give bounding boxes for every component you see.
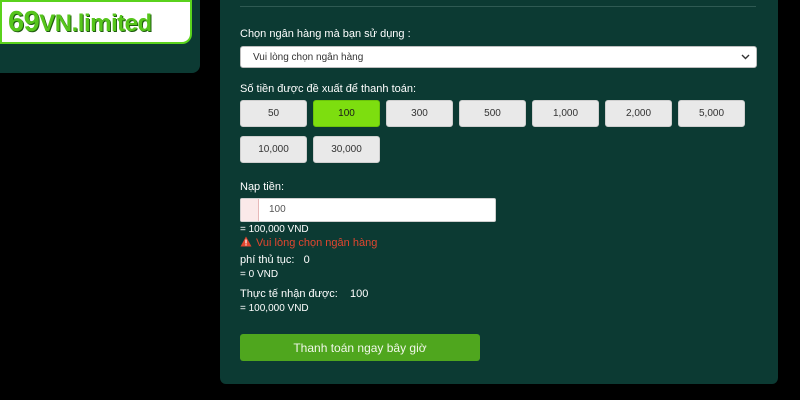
amount-button-50[interactable]: 50: [240, 100, 307, 127]
bank-error: Vui lòng chọn ngân hàng: [240, 236, 377, 250]
suggested-amounts-label: Số tiền được đề xuất để thanh toán:: [240, 83, 417, 95]
received-value: 100: [350, 288, 369, 300]
amount-button-2000[interactable]: 2,000: [605, 100, 672, 127]
received-converted: = 100,000 VND: [240, 303, 309, 314]
amount-button-5000[interactable]: 5,000: [678, 100, 745, 127]
amount-button-100[interactable]: 100: [313, 100, 380, 127]
warning-icon: [240, 236, 252, 250]
chevron-down-icon: [741, 52, 750, 61]
amount-button-500[interactable]: 500: [459, 100, 526, 127]
divider: [240, 6, 756, 7]
logo-text: 69VN.limited: [8, 5, 152, 38]
pay-now-button[interactable]: Thanh toán ngay bây giờ: [240, 334, 480, 361]
received-row: Thực tế nhận được: 100: [240, 288, 368, 300]
bank-error-message: Vui lòng chọn ngân hàng: [256, 237, 378, 249]
received-label: Thực tế nhận được:: [240, 288, 338, 300]
site-logo[interactable]: 69VN.limited: [0, 0, 192, 44]
input-prefix: [241, 199, 259, 221]
deposit-label: Nạp tiền:: [240, 181, 285, 193]
amount-button-30000[interactable]: 30,000: [313, 136, 380, 163]
brand-panel: 69VN.limited: [0, 0, 200, 73]
fee-label: phí thủ tục:: [240, 254, 295, 266]
fee-value: 0: [303, 254, 310, 266]
bank-select-value: Vui lòng chọn ngân hàng: [253, 51, 364, 63]
bank-label: Chọn ngân hàng mà bạn sử dụng :: [240, 28, 411, 40]
deposit-amount-value: 100: [269, 204, 286, 215]
amount-button-10000[interactable]: 10,000: [240, 136, 307, 163]
payment-form: Chọn ngân hàng mà bạn sử dụng : Vui lòng…: [220, 0, 778, 384]
bank-select[interactable]: Vui lòng chọn ngân hàng: [240, 46, 757, 68]
deposit-converted: = 100,000 VND: [240, 224, 309, 235]
fee-row: phí thủ tục: 0: [240, 254, 310, 266]
amount-button-1000[interactable]: 1,000: [532, 100, 599, 127]
deposit-amount-input[interactable]: 100: [240, 198, 496, 222]
amount-button-300[interactable]: 300: [386, 100, 453, 127]
fee-converted: = 0 VND: [240, 269, 279, 280]
